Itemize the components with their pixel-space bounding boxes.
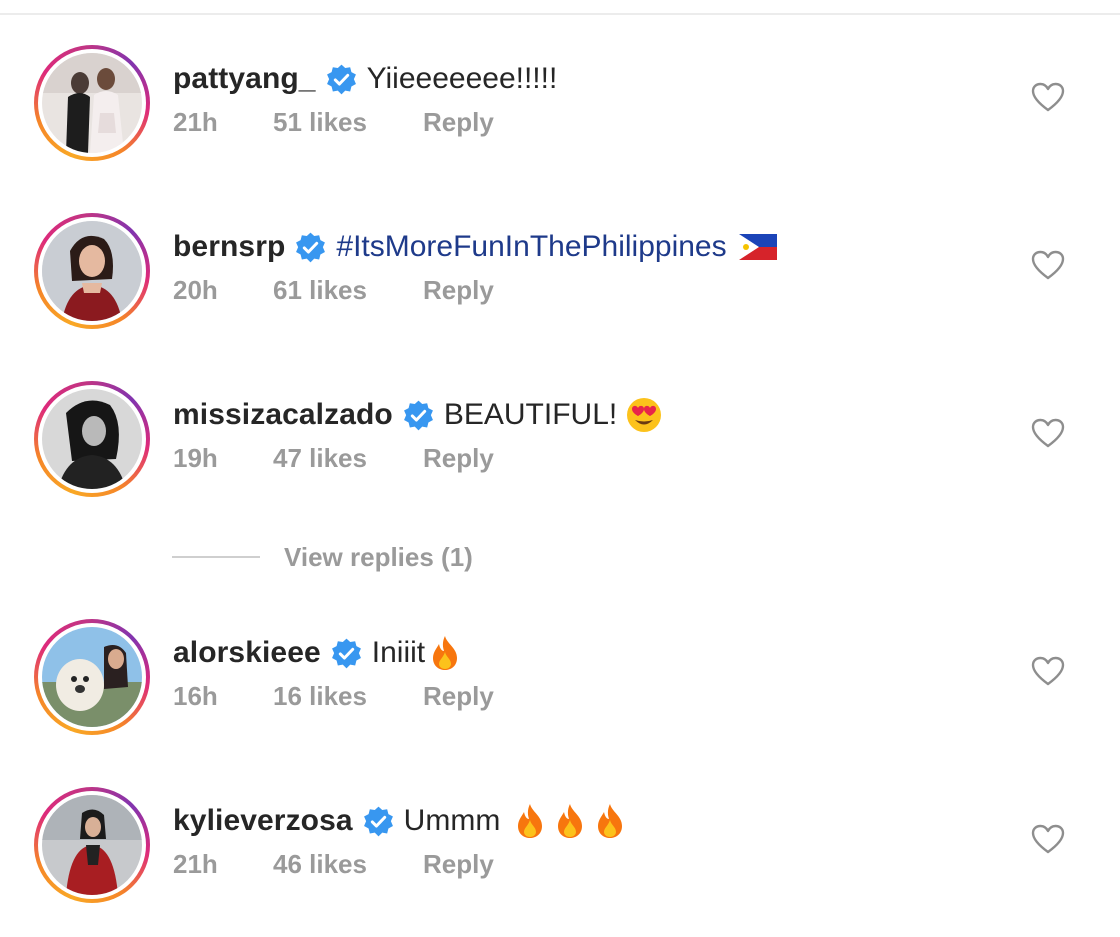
avatar[interactable] bbox=[34, 213, 150, 329]
timestamp: 16h bbox=[173, 681, 218, 711]
verified-badge-icon bbox=[330, 637, 363, 670]
like-heart-icon[interactable] bbox=[1031, 656, 1065, 686]
username-link[interactable]: kylieverzosa bbox=[173, 804, 353, 838]
username-link[interactable]: pattyang_ bbox=[173, 62, 316, 96]
reply-button[interactable]: Reply bbox=[423, 443, 494, 474]
reply-button[interactable]: Reply bbox=[423, 849, 494, 880]
verified-badge-icon bbox=[402, 399, 435, 432]
fire-emoji-icon bbox=[514, 802, 546, 840]
like-heart-icon[interactable] bbox=[1031, 824, 1065, 854]
comment-text: Iniiit bbox=[371, 636, 426, 669]
comment-item: bernsrp #ItsMoreFunInThePhilippines 20h 6… bbox=[0, 213, 1120, 363]
username-link[interactable]: missizacalzado bbox=[173, 398, 393, 432]
comment-line: kylieverzosa Ummm bbox=[173, 799, 626, 843]
reply-button[interactable]: Reply bbox=[423, 275, 494, 306]
timestamp: 19h bbox=[173, 443, 218, 473]
comment-line: missizacalzado BEAUTIFUL! bbox=[173, 393, 663, 437]
avatar[interactable] bbox=[34, 45, 150, 161]
philippines-flag-icon bbox=[738, 234, 777, 260]
like-heart-icon[interactable] bbox=[1031, 418, 1065, 448]
timestamp: 21h bbox=[173, 107, 218, 137]
view-replies-button[interactable]: View replies (1) bbox=[172, 540, 473, 574]
avatar-photo-icon bbox=[42, 221, 142, 321]
reply-button[interactable]: Reply bbox=[423, 107, 494, 138]
like-heart-icon[interactable] bbox=[1031, 82, 1065, 112]
verified-badge-icon bbox=[325, 63, 358, 96]
avatar[interactable] bbox=[34, 787, 150, 903]
likes-count-link[interactable]: 46 likes bbox=[273, 849, 423, 880]
likes-count-link[interactable]: 51 likes bbox=[273, 107, 423, 138]
top-divider bbox=[0, 13, 1120, 15]
fire-emoji-icon bbox=[594, 802, 626, 840]
comment-item: alorskieee Iniiit 16h 16 likes Reply bbox=[0, 619, 1120, 769]
comment-text: BEAUTIFUL! bbox=[443, 398, 618, 431]
reply-button[interactable]: Reply bbox=[423, 681, 494, 712]
verified-badge-icon bbox=[294, 231, 327, 264]
avatar[interactable] bbox=[34, 619, 150, 735]
comment-text: Ummm bbox=[403, 804, 501, 837]
comment-item: kylieverzosa Ummm 21h 46 likes Reply bbox=[0, 787, 1120, 937]
avatar-photo-icon bbox=[42, 795, 142, 895]
fire-emoji-icon bbox=[429, 634, 461, 672]
username-link[interactable]: alorskieee bbox=[173, 636, 321, 670]
like-heart-icon[interactable] bbox=[1031, 250, 1065, 280]
comment-text: Yiieeeeeee!!!!! bbox=[366, 62, 558, 95]
view-replies-divider bbox=[172, 556, 260, 558]
comment-line: pattyang_ Yiieeeeeee!!!!! bbox=[173, 57, 557, 101]
comment-meta: 20h 61 likes Reply bbox=[173, 275, 494, 306]
comment-meta: 19h 47 likes Reply bbox=[173, 443, 494, 474]
view-replies-label: View replies (1) bbox=[284, 541, 473, 572]
comment-meta: 21h 46 likes Reply bbox=[173, 849, 494, 880]
verified-badge-icon bbox=[362, 805, 395, 838]
comment-item: missizacalzado BEAUTIFUL! 19h 47 likes Rep… bbox=[0, 381, 1120, 531]
likes-count-link[interactable]: 16 likes bbox=[273, 681, 423, 712]
timestamp: 21h bbox=[173, 849, 218, 879]
comment-item: pattyang_ Yiieeeeeee!!!!! 21h 51 likes Rep… bbox=[0, 45, 1120, 195]
likes-count-link[interactable]: 61 likes bbox=[273, 275, 423, 306]
likes-count-link[interactable]: 47 likes bbox=[273, 443, 423, 474]
avatar-photo-icon bbox=[42, 627, 142, 727]
comment-meta: 21h 51 likes Reply bbox=[173, 107, 494, 138]
fire-emoji-icon bbox=[554, 802, 586, 840]
hashtag-link[interactable]: #ItsMoreFunInThePhilippines bbox=[336, 230, 726, 264]
avatar[interactable] bbox=[34, 381, 150, 497]
avatar-photo-icon bbox=[42, 389, 142, 489]
timestamp: 20h bbox=[173, 275, 218, 305]
comment-line: bernsrp #ItsMoreFunInThePhilippines bbox=[173, 225, 777, 269]
heart-eyes-emoji-icon bbox=[625, 396, 663, 434]
username-link[interactable]: bernsrp bbox=[173, 230, 285, 264]
avatar-photo-icon bbox=[42, 53, 142, 153]
comment-line: alorskieee Iniiit bbox=[173, 631, 461, 675]
comment-meta: 16h 16 likes Reply bbox=[173, 681, 494, 712]
